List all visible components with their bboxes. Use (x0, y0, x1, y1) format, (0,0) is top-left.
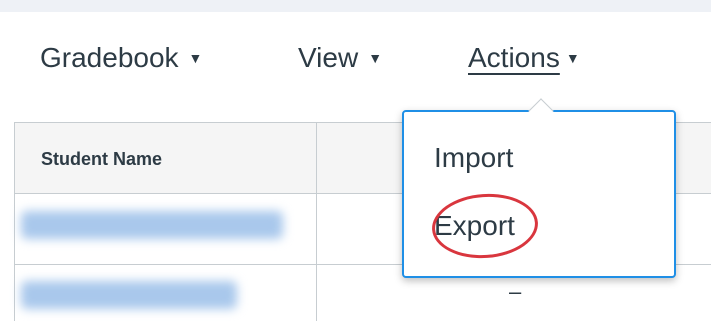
menu-actions[interactable]: Actions ▼ (468, 42, 580, 74)
menu-view-label: View (298, 42, 359, 73)
menu-actions-label: Actions (468, 42, 560, 73)
menu-item-import[interactable]: Import (434, 142, 513, 174)
menu-gradebook-label: Gradebook (40, 42, 179, 73)
caret-down-icon: ▼ (368, 49, 383, 66)
menu-gradebook[interactable]: Gradebook ▼ (40, 42, 202, 74)
column-divider (316, 123, 317, 321)
student-name-link[interactable] (21, 211, 283, 239)
menu-view[interactable]: View ▼ (298, 42, 382, 74)
caret-down-icon: ▼ (188, 49, 203, 66)
top-strip (0, 0, 711, 12)
student-name-link[interactable] (21, 281, 237, 309)
actions-dropdown: Import Export (402, 98, 676, 278)
grade-cell[interactable]: – (509, 279, 521, 305)
student-name-header[interactable]: Student Name (41, 149, 162, 170)
caret-down-icon: ▼ (565, 49, 580, 66)
gradebook-menu-bar: Gradebook ▼ View ▼ Actions ▼ (0, 12, 711, 108)
